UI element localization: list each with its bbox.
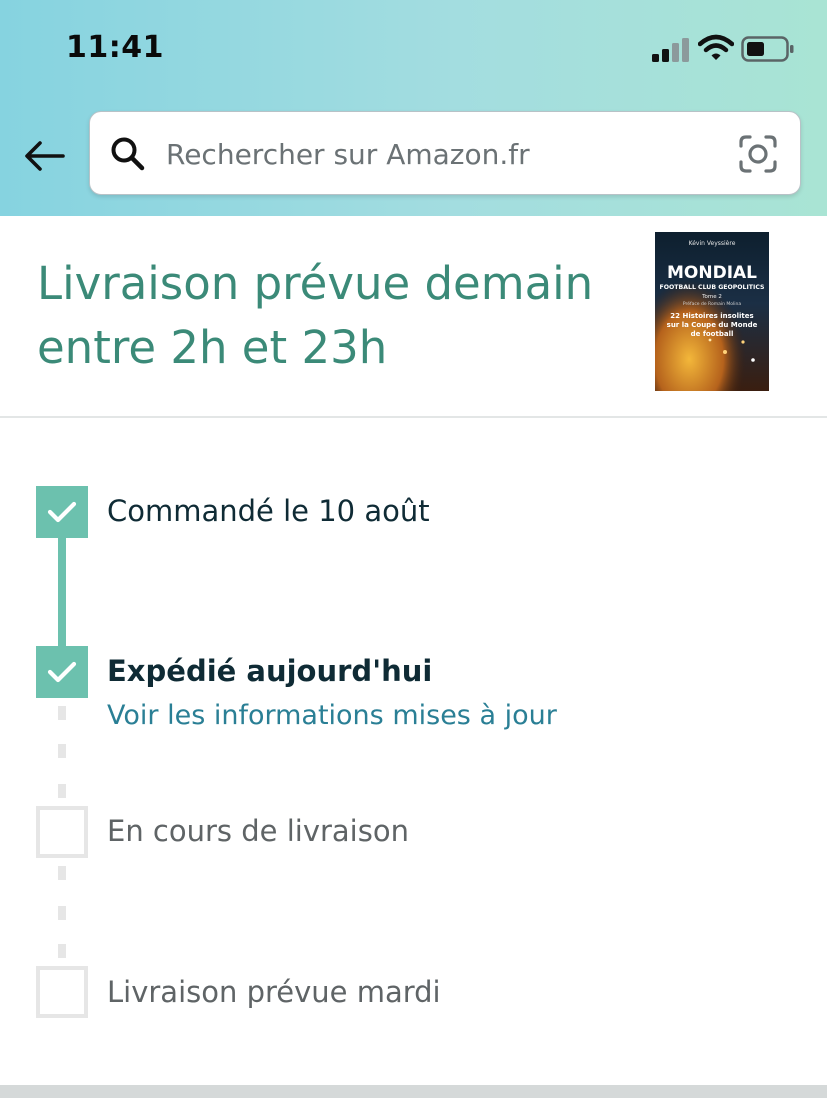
delivery-estimate-title: Livraison prévue demain entre 2h et 23h bbox=[37, 252, 627, 380]
timeline-connector-done bbox=[58, 536, 66, 648]
book-tagline-2: sur la Coupe du Monde bbox=[667, 321, 758, 329]
status-time: 11:41 bbox=[66, 30, 164, 65]
timeline-dash bbox=[58, 866, 66, 880]
camera-scan-icon[interactable] bbox=[738, 134, 778, 174]
step-shipped-checkbox bbox=[36, 646, 88, 698]
wifi-icon bbox=[698, 34, 734, 60]
step-expected-delivery-label: Livraison prévue mardi bbox=[107, 975, 441, 1009]
back-button[interactable] bbox=[20, 136, 68, 176]
search-bar[interactable] bbox=[89, 111, 801, 195]
step-shipped-label: Expédié aujourd'hui bbox=[107, 654, 433, 688]
book-author: Kévin Veyssière bbox=[689, 240, 736, 247]
book-title: MONDIAL bbox=[667, 263, 757, 283]
search-input[interactable] bbox=[164, 132, 728, 176]
step-expected-delivery-checkbox bbox=[36, 966, 88, 1018]
app-header: 11:41 bbox=[0, 0, 827, 216]
back-arrow-icon bbox=[25, 141, 65, 171]
section-divider bbox=[0, 416, 827, 418]
step-ordered-checkbox bbox=[36, 486, 88, 538]
step-out-for-delivery-label: En cours de livraison bbox=[107, 814, 409, 848]
step-ordered-label: Commandé le 10 août bbox=[107, 494, 430, 528]
bottom-separator bbox=[0, 1085, 827, 1098]
timeline-dash bbox=[58, 784, 66, 798]
search-icon bbox=[111, 137, 145, 171]
cellular-signal-icon bbox=[652, 38, 689, 62]
timeline-dash bbox=[58, 706, 66, 720]
timeline-dash bbox=[58, 944, 66, 958]
timeline-dash bbox=[58, 906, 66, 920]
battery-icon bbox=[741, 36, 794, 62]
product-book-cover[interactable]: Kévin Veyssière MONDIAL FOOTBALL CLUB GE… bbox=[655, 232, 769, 391]
view-updated-info-link[interactable]: Voir les informations mises à jour bbox=[107, 700, 557, 731]
book-volume: Tome 2 bbox=[701, 294, 722, 300]
book-preface: Préface de Romain Molina bbox=[683, 300, 742, 307]
delivery-title-line-2: entre 2h et 23h bbox=[37, 321, 388, 374]
timeline-dash bbox=[58, 744, 66, 758]
book-subtitle: FOOTBALL CLUB GEOPOLITICS bbox=[660, 284, 765, 291]
step-out-for-delivery-checkbox bbox=[36, 806, 88, 858]
delivery-title-line-1: Livraison prévue demain bbox=[37, 257, 594, 310]
checkmark-icon bbox=[47, 501, 77, 523]
book-tagline-3: de football bbox=[691, 330, 734, 338]
book-tagline-1: 22 Histoires insolites bbox=[670, 312, 753, 320]
checkmark-icon bbox=[47, 661, 77, 683]
